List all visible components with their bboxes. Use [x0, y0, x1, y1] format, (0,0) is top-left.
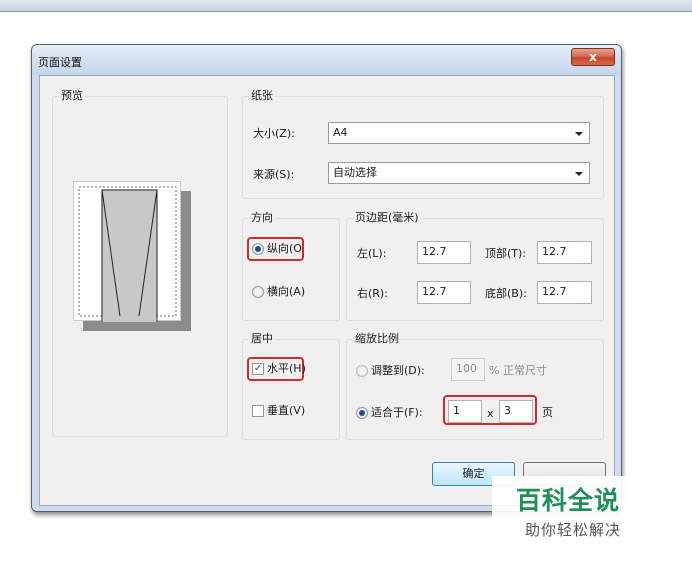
paper-group: 纸张 大小(Z): A4 来源(S): 自动选择	[242, 89, 604, 199]
margins-legend: 页边距(毫米)	[353, 211, 421, 225]
portrait-radio[interactable]	[252, 243, 264, 255]
vertical-checkbox[interactable]	[252, 405, 264, 417]
paper-source-value: 自动选择	[333, 166, 377, 179]
chevron-down-icon	[575, 132, 583, 136]
margin-left-label: 左(L):	[357, 247, 387, 260]
adjust-value: 100	[456, 362, 477, 375]
adjust-label[interactable]: 调整到(D):	[371, 364, 425, 378]
margin-bottom-value: 12.7	[542, 285, 567, 298]
horizontal-label[interactable]: 水平(H)	[267, 362, 306, 376]
page-preview-graphic	[78, 186, 177, 328]
margins-group: 页边距(毫米) 左(L): 12.7 顶部(T): 12.7 右(R): 12.…	[346, 211, 604, 321]
horizontal-checkbox[interactable]: ✓	[252, 363, 264, 375]
landscape-radio[interactable]	[252, 286, 264, 298]
fit-x-label: x	[487, 407, 494, 420]
margin-bottom-label: 底部(B):	[485, 287, 527, 300]
margin-right-input[interactable]: 12.7	[417, 281, 471, 304]
margin-top-input[interactable]: 12.7	[537, 241, 592, 264]
orientation-group: 方向 纵向(O 横向(A)	[242, 211, 340, 321]
vertical-label[interactable]: 垂直(V)	[267, 404, 305, 418]
paper-source-label: 来源(S):	[253, 168, 295, 181]
centering-legend: 居中	[249, 332, 275, 346]
dialog-client-area: 预览 纸张 大小(Z): A4 来源(S): 自动选择 方向 纵向(O 横向(A…	[39, 75, 615, 506]
chevron-down-icon	[575, 172, 583, 176]
paper-size-value: A4	[333, 126, 348, 139]
portrait-label[interactable]: 纵向(O	[267, 242, 302, 256]
orientation-legend: 方向	[249, 211, 275, 225]
margin-left-input[interactable]: 12.7	[417, 241, 471, 264]
preview-legend: 预览	[59, 89, 85, 103]
paper-size-select[interactable]: A4	[328, 122, 590, 144]
close-button[interactable]: x	[571, 48, 615, 66]
paper-source-select[interactable]: 自动选择	[328, 162, 590, 184]
app-top-bar	[0, 0, 692, 12]
fit-tall-value: 3	[504, 404, 511, 417]
fit-label[interactable]: 适合于(F):	[371, 406, 423, 420]
margin-right-label: 右(R):	[357, 287, 388, 300]
fit-wide-value: 1	[453, 404, 460, 417]
watermark-title: 百科全说	[516, 486, 621, 515]
paper-legend: 纸张	[249, 89, 275, 103]
close-icon: x	[589, 50, 597, 64]
page-preview	[73, 181, 191, 331]
watermark-subtitle: 助你轻松解决	[525, 521, 622, 539]
fit-wide-input[interactable]: 1	[448, 400, 482, 423]
margin-right-value: 12.7	[422, 285, 447, 298]
paper-size-label: 大小(Z):	[253, 127, 295, 140]
landscape-label[interactable]: 横向(A)	[267, 285, 305, 299]
fit-suffix: 页	[542, 406, 553, 419]
centering-group: 居中 ✓ 水平(H) 垂直(V)	[242, 332, 340, 440]
margin-left-value: 12.7	[422, 245, 447, 258]
dialog-title: 页面设置	[38, 56, 82, 69]
scaling-group: 缩放比例 调整到(D): 100 % 正常尺寸 适合于(F): 1 x 3 页	[346, 332, 604, 440]
page-preview-sheet	[73, 181, 181, 328]
adjust-suffix: % 正常尺寸	[489, 364, 547, 377]
adjust-input[interactable]: 100	[451, 358, 485, 381]
fit-radio[interactable]	[356, 407, 368, 419]
margin-top-value: 12.7	[542, 245, 567, 258]
page-setup-dialog: 页面设置 x 预览 纸张 大小(Z): A4 来源(S): 自动选择 方向 纵向…	[31, 44, 622, 512]
margin-bottom-input[interactable]: 12.7	[537, 281, 592, 304]
preview-group: 预览	[52, 89, 228, 437]
adjust-radio[interactable]	[356, 365, 368, 377]
fit-tall-input[interactable]: 3	[499, 400, 533, 423]
scaling-legend: 缩放比例	[353, 332, 401, 346]
dialog-titlebar: 页面设置 x	[32, 45, 621, 75]
margin-top-label: 顶部(T):	[485, 247, 527, 260]
